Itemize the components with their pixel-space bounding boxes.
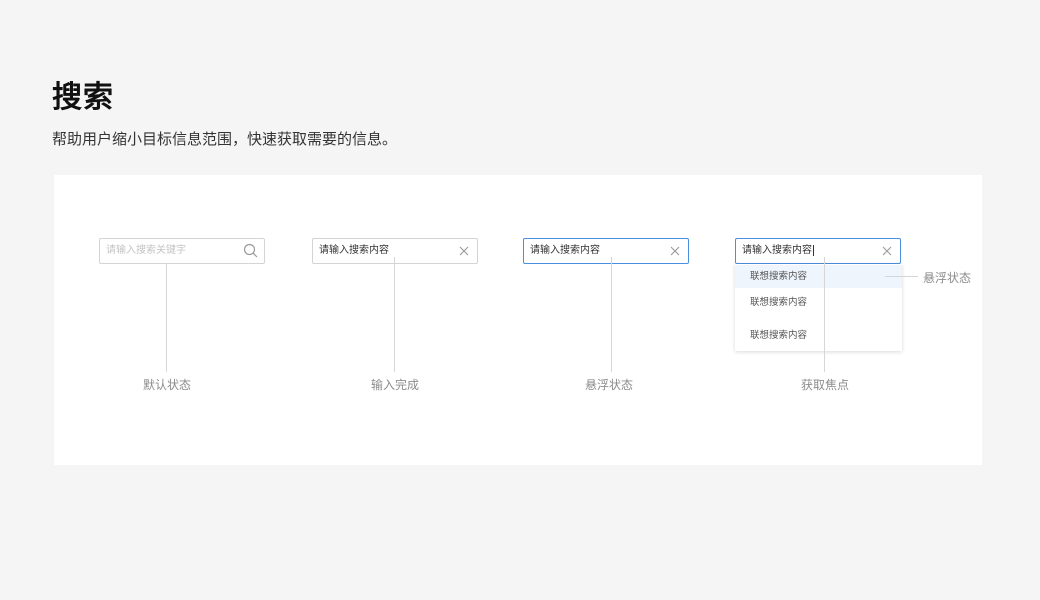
caption-hover: 悬浮状态 bbox=[584, 378, 634, 392]
search-input-filled[interactable]: 请输入搜索内容 bbox=[312, 238, 478, 264]
search-placeholder: 请输入搜索关键字 bbox=[106, 245, 186, 256]
connector-line bbox=[885, 276, 918, 277]
search-input-hover[interactable]: 请输入搜索内容 bbox=[523, 238, 689, 264]
caption-item-hover: 悬浮状态 bbox=[923, 271, 972, 285]
connector-line bbox=[824, 257, 825, 372]
suggestion-item[interactable]: 联想搜索内容 bbox=[735, 324, 902, 347]
search-value: 请输入搜索内容 bbox=[742, 244, 814, 256]
caption-focus: 获取焦点 bbox=[800, 378, 850, 392]
search-value: 请输入搜索内容 bbox=[530, 245, 600, 256]
search-input-default[interactable]: 请输入搜索关键字 bbox=[99, 238, 265, 264]
suggestion-item[interactable]: 联想搜索内容 bbox=[735, 265, 902, 288]
demo-panel: 请输入搜索关键字 默认状态 请输入搜索内容 输入完成 请输入搜索内容 悬浮状态 … bbox=[54, 175, 982, 465]
caption-filled: 输入完成 bbox=[370, 378, 420, 392]
search-value: 请输入搜索内容 bbox=[319, 245, 389, 256]
search-input-focus[interactable]: 请输入搜索内容 bbox=[735, 238, 901, 264]
close-icon[interactable] bbox=[878, 242, 896, 260]
connector-line bbox=[166, 264, 167, 372]
connector-line bbox=[611, 257, 612, 372]
close-icon[interactable] bbox=[455, 242, 473, 260]
search-icon[interactable] bbox=[242, 242, 260, 260]
close-icon[interactable] bbox=[666, 242, 684, 260]
suggestion-item[interactable]: 联想搜索内容 bbox=[735, 291, 902, 314]
suggestion-dropdown: 联想搜索内容 联想搜索内容 联想搜索内容 bbox=[735, 264, 902, 351]
connector-line bbox=[394, 257, 395, 372]
caption-default: 默认状态 bbox=[142, 378, 192, 392]
page-description: 帮助用户缩小目标信息范围，快速获取需要的信息。 bbox=[52, 130, 398, 148]
text-caret bbox=[813, 244, 814, 256]
page-title: 搜索 bbox=[52, 80, 114, 115]
